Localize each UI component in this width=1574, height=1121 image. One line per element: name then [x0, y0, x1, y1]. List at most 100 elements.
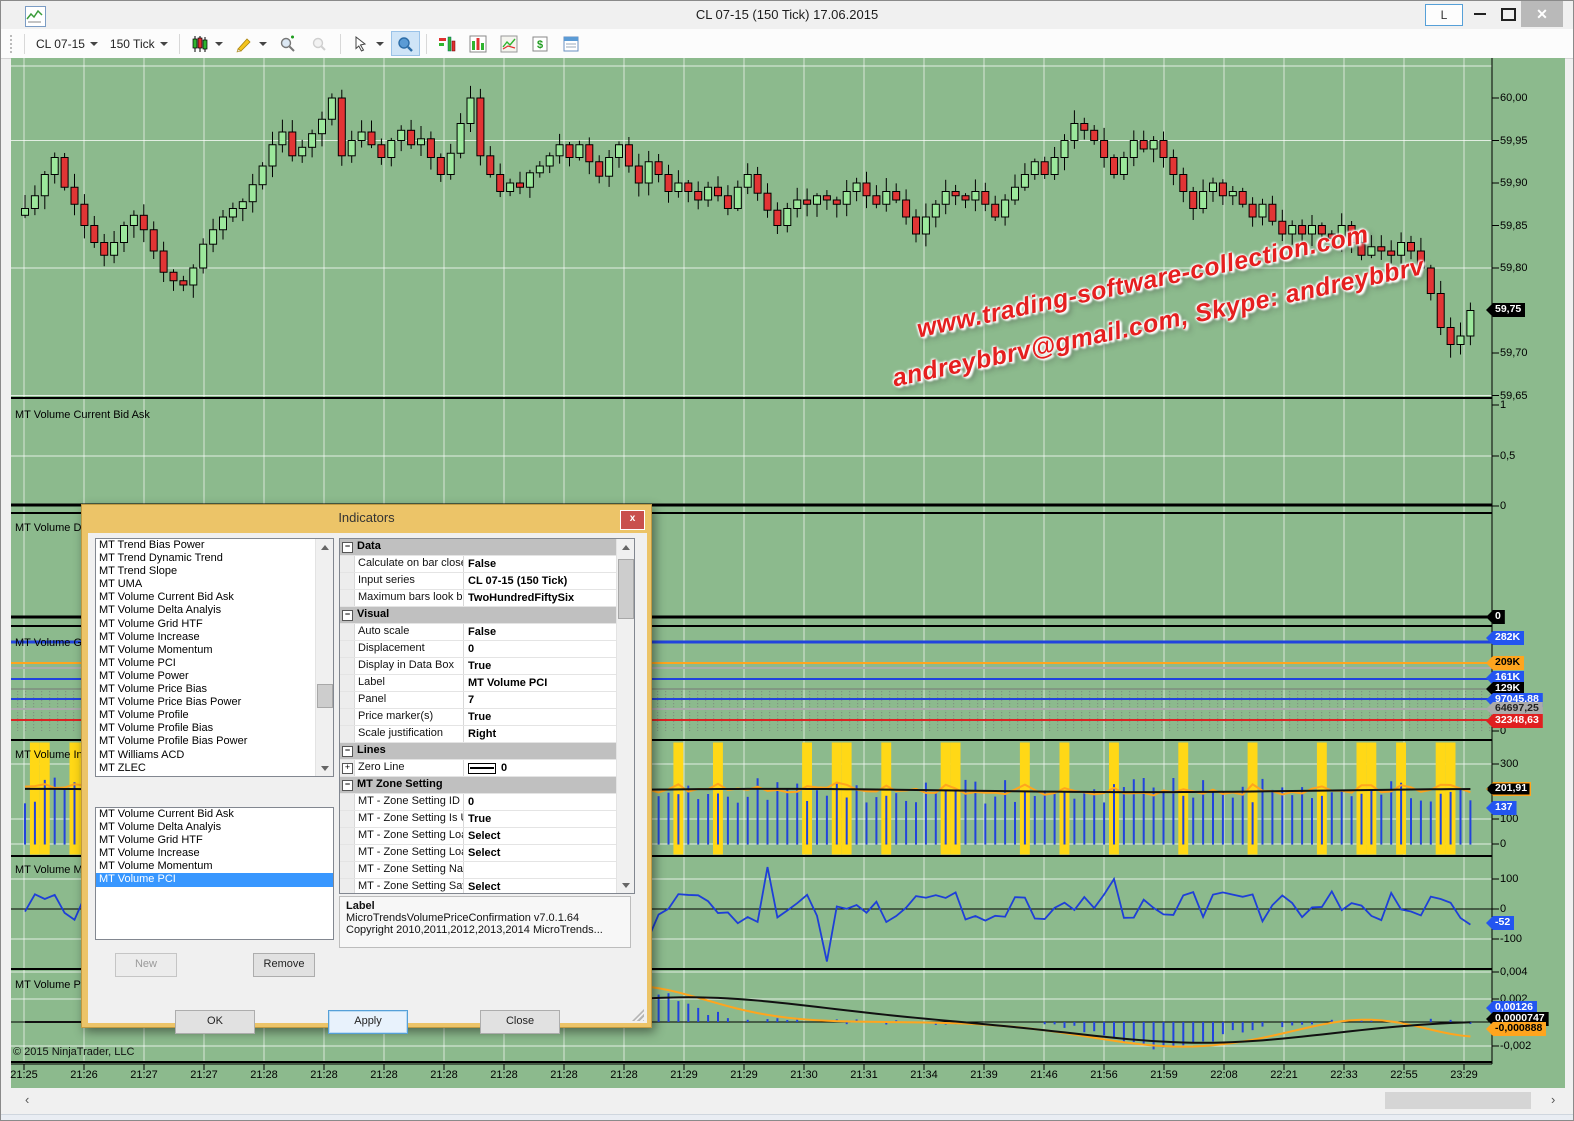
property-row[interactable]: MT - Zone Setting Is UTrue — [340, 811, 617, 828]
scrollbar-thumb[interactable] — [317, 684, 333, 708]
property-value[interactable]: TwoHundredFiftySix — [464, 590, 617, 606]
property-row[interactable]: MT - Zone Setting LoaSelect — [340, 845, 617, 862]
group-name: Lines — [354, 743, 386, 759]
property-row[interactable]: MT - Zone Setting ID0 — [340, 794, 617, 811]
indicator-list-item[interactable]: MT UMA — [96, 578, 316, 591]
property-row[interactable]: Panel7 — [340, 692, 617, 709]
new-button[interactable]: New — [115, 953, 177, 977]
property-row[interactable]: LabelMT Volume PCI — [340, 675, 617, 692]
expand-icon[interactable]: + — [342, 763, 353, 774]
property-value[interactable]: MT Volume PCI — [464, 675, 617, 691]
selected-indicator-item[interactable]: MT Volume Current Bid Ask — [96, 808, 333, 821]
indicator-list-item[interactable]: MT Volume Increase — [96, 631, 316, 644]
selected-indicator-item[interactable]: MT Volume Delta Analyis — [96, 821, 333, 834]
scrollbar-thumb[interactable] — [618, 559, 634, 619]
property-value[interactable]: 0 — [464, 794, 617, 810]
property-row[interactable]: Input seriesCL 07-15 (150 Tick) — [340, 573, 617, 590]
remove-button[interactable]: Remove — [253, 953, 315, 977]
property-value[interactable]: True — [464, 658, 617, 674]
indicator-list-item[interactable]: MT Volume Power — [96, 670, 316, 683]
indicator-list-item[interactable]: MT Trend Slope — [96, 565, 316, 578]
indicator-list-item[interactable]: MT ZLEC — [96, 762, 316, 775]
indicator-list-item[interactable]: MT Volume Price Bias — [96, 683, 316, 696]
property-value-text: 7 — [468, 693, 474, 708]
property-value[interactable]: CL 07-15 (150 Tick) — [464, 573, 617, 589]
property-group-row[interactable]: −Data — [340, 539, 617, 556]
list-scrollbar[interactable] — [315, 539, 333, 776]
property-row[interactable]: Display in Data BoxTrue — [340, 658, 617, 675]
panel-axis-label: -0,002 — [1500, 1041, 1531, 1052]
collapse-icon[interactable]: − — [342, 542, 353, 553]
close-button[interactable]: Close — [480, 1010, 560, 1034]
indicator-list-item[interactable]: MT Volume Profile Bias — [96, 722, 316, 735]
property-value[interactable]: Right — [464, 726, 617, 742]
apply-button[interactable]: Apply — [328, 1010, 408, 1034]
property-row[interactable]: MT - Zone Setting LoaSelect — [340, 828, 617, 845]
selected-indicator-item[interactable]: MT Volume Momentum — [96, 860, 333, 873]
horizontal-scrollbar[interactable]: ‹ › — [1, 1088, 1573, 1114]
indicator-list-item[interactable]: MT Trend Bias Power — [96, 539, 316, 552]
property-value[interactable]: 0 — [464, 760, 617, 776]
property-group-row[interactable]: −MT Zone Setting — [340, 777, 617, 794]
property-row[interactable]: Displacement0 — [340, 641, 617, 658]
property-row[interactable]: MT - Zone Setting Nam — [340, 862, 617, 879]
property-value[interactable]: True — [464, 811, 617, 827]
scroll-up-icon[interactable] — [316, 539, 333, 555]
property-row[interactable]: Calculate on bar closeFalse — [340, 556, 617, 573]
indicator-list-item[interactable]: MT Williams ACD — [96, 749, 316, 762]
property-group-row[interactable]: −Visual — [340, 607, 617, 624]
property-row[interactable]: Auto scaleFalse — [340, 624, 617, 641]
collapse-icon[interactable]: − — [342, 780, 353, 791]
scroll-down-icon[interactable] — [617, 877, 634, 893]
property-value[interactable]: 7 — [464, 692, 617, 708]
property-value-text: TwoHundredFiftySix — [468, 591, 574, 606]
property-value[interactable] — [464, 862, 617, 878]
indicator-list-item[interactable]: MT Volume Grid HTF — [96, 618, 316, 631]
indicator-list-item[interactable]: MT Volume Profile — [96, 709, 316, 722]
property-value[interactable]: False — [464, 556, 617, 572]
indicator-list-item[interactable]: MT Trend Dynamic Trend — [96, 552, 316, 565]
property-value[interactable]: Select — [464, 879, 617, 894]
indicator-list-item[interactable]: MT Volume PCI — [96, 657, 316, 670]
property-value[interactable]: True — [464, 709, 617, 725]
selected-indicators-list[interactable]: MT Volume Current Bid AskMT Volume Delta… — [95, 807, 334, 940]
dialog-title: Indicators — [82, 505, 651, 533]
resize-grip[interactable] — [632, 1009, 644, 1021]
selected-indicator-item[interactable]: MT Volume PCI — [96, 873, 333, 886]
indicator-list-item[interactable]: MT Volume Price Bias Power — [96, 696, 316, 709]
property-row[interactable]: +Zero Line0 — [340, 760, 617, 777]
indicator-list-item[interactable]: MT Volume Delta Analyis — [96, 604, 316, 617]
property-value-text: Select — [468, 829, 500, 844]
property-value[interactable]: False — [464, 624, 617, 640]
property-row[interactable]: Price marker(s)True — [340, 709, 617, 726]
property-value-text: Right — [468, 727, 496, 742]
property-value[interactable]: Select — [464, 845, 617, 861]
time-axis-label: 21:28 — [610, 1069, 638, 1081]
scroll-left-icon[interactable]: ‹ — [25, 1092, 29, 1107]
property-row[interactable]: Maximum bars look baTwoHundredFiftySix — [340, 590, 617, 607]
scrollbar-thumb[interactable] — [1385, 1092, 1531, 1109]
collapse-icon[interactable]: − — [342, 746, 353, 757]
property-name: Zero Line — [355, 760, 464, 776]
indicator-list-item[interactable]: MT Volume Profile Bias Power — [96, 735, 316, 748]
property-value[interactable]: 0 — [464, 641, 617, 657]
dialog-close-button[interactable]: x — [620, 510, 645, 530]
property-row[interactable]: MT - Zone Setting SavSelect — [340, 879, 617, 894]
ok-button[interactable]: OK — [175, 1010, 255, 1034]
indicator-list-item[interactable]: MT Volume Current Bid Ask — [96, 591, 316, 604]
available-indicators-list[interactable]: MT Trend Bias PowerMT Trend Dynamic Tren… — [95, 538, 334, 777]
indicator-list-item[interactable]: MT Volume Momentum — [96, 644, 316, 657]
property-group-row[interactable]: −Lines — [340, 743, 617, 760]
property-row[interactable]: Scale justificationRight — [340, 726, 617, 743]
selected-indicator-item[interactable]: MT Volume Grid HTF — [96, 834, 333, 847]
property-grid[interactable]: −DataCalculate on bar closeFalseInput se… — [339, 538, 635, 894]
scroll-down-icon[interactable] — [316, 760, 333, 776]
collapse-icon[interactable]: − — [342, 610, 353, 621]
grid-scrollbar[interactable] — [616, 539, 634, 893]
scroll-right-icon[interactable]: › — [1551, 1092, 1555, 1107]
scroll-up-icon[interactable] — [617, 539, 634, 555]
selected-indicator-item[interactable]: MT Volume Increase — [96, 847, 333, 860]
price-marker: 282K — [1486, 631, 1524, 645]
property-value[interactable]: Select — [464, 828, 617, 844]
panel-axis-label: 100 — [1500, 874, 1518, 885]
